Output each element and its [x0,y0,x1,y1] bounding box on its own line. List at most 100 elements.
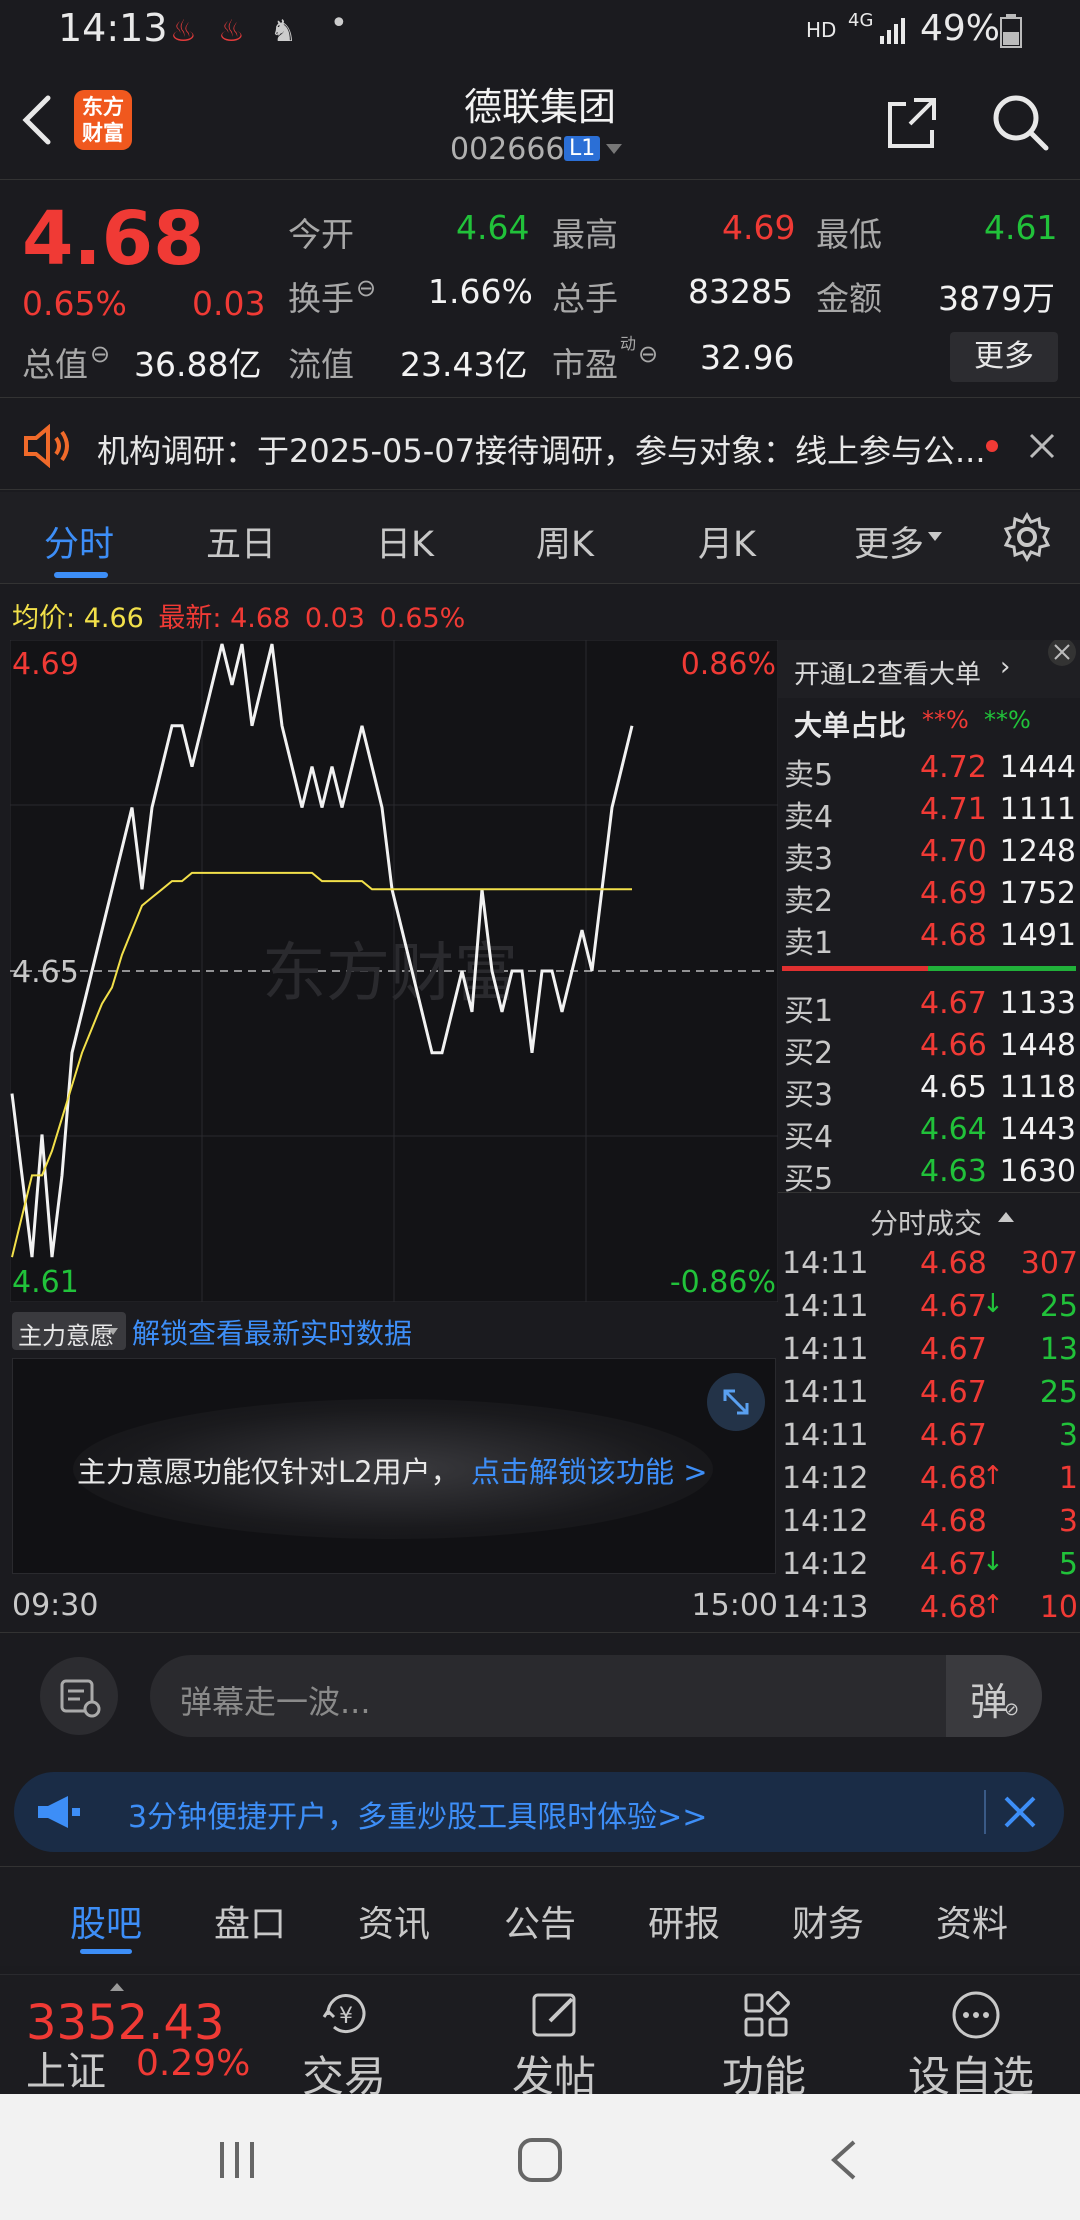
chevron-right-icon[interactable]: › [1000,652,1010,682]
tab-monthly-k[interactable]: 月K [698,516,756,567]
time-start: 09:30 [12,1588,99,1623]
intraday-chart[interactable]: 东方财富 4.69 4.65 4.61 0.86% -0.86% [10,640,778,1302]
chevron-down-icon [108,1328,118,1335]
chevron-down-icon[interactable] [606,144,622,154]
big-order-label: 大单占比 [794,709,907,742]
share-icon[interactable] [884,96,940,152]
notification-icon: ♨ [218,14,245,49]
home-icon[interactable] [516,2136,564,2184]
tab-more[interactable]: 更多 [854,516,924,567]
y-bottom-label: 4.61 [12,1265,79,1300]
index-quote[interactable]: 3352.43 上证 0.29% [0,1975,270,2095]
tab-underline [80,1949,132,1954]
notice-text[interactable]: 机构调研：于2025-05-07接待调研，参与对象：线上参与公... [97,426,986,472]
tab-weekly-k[interactable]: 周K [536,516,594,567]
info-icon[interactable]: ⊖ [90,340,110,368]
disabled-icon: ⊘ [1004,1699,1020,1720]
bid-row[interactable]: 买3 4.65 1118 [778,1070,1080,1113]
expand-icon[interactable] [707,1373,765,1431]
change-percent: 0.65% [22,284,127,323]
tick-row: 14:12 4.68 ↑ 1 [782,1461,1078,1496]
low-label: 最低 [816,215,882,254]
tab-finance[interactable]: 财务 [792,1895,864,1947]
more-button[interactable]: 更多 [950,332,1058,382]
close-icon[interactable] [1044,640,1080,670]
avg-price: 4.66 [83,603,144,634]
function-button[interactable]: 功能 [710,1975,820,2101]
sell-bar [782,966,928,971]
trade-button[interactable]: ¥ 交易 [290,1975,400,2101]
network-indicator: 4G [848,10,874,31]
bid-row[interactable]: 买2 4.66 1448 [778,1028,1080,1071]
chart-watermark: 东方财富 [262,937,518,1011]
info-icon[interactable]: ⊖ [638,340,658,368]
signal-icon [880,18,905,44]
ticks-title[interactable]: 分时成交 [870,1202,982,1242]
stock-code[interactable]: 002666 [450,132,565,167]
yuan-cycle-icon: ¥ [322,1994,366,2034]
status-bar: 14:13 ♨ ♨ ♞ • HD 4G 49% [0,0,1080,62]
time-end: 15:00 [691,1588,778,1623]
tab-guba[interactable]: 股吧 [70,1895,142,1947]
notice-bar[interactable]: 机构调研：于2025-05-07接待调研，参与对象：线上参与公... [0,400,1080,490]
tick-row: 14:12 4.68 3 [782,1504,1078,1539]
ask-row[interactable]: 卖2 4.69 1752 [778,876,1080,919]
close-icon[interactable] [1002,1794,1038,1830]
chevron-down-icon[interactable] [928,532,942,541]
info-icon[interactable]: ⊖ [356,274,376,302]
post-button[interactable]: 发帖 [500,1975,610,2101]
bid-row[interactable]: 买5 4.63 1630 [778,1154,1080,1197]
change-amount: 0.03 [192,284,266,323]
tab-intraday[interactable]: 分时 [44,516,114,567]
danmaku-settings-icon[interactable] [40,1657,118,1735]
intent-unlock-link[interactable]: 点击解锁该功能 > [471,1449,708,1491]
battery-icon [1000,14,1022,48]
latest-price: 4.68 [230,603,291,634]
tab-profile[interactable]: 资料 [936,1895,1008,1947]
depth-panel: 开通L2查看大单 › 大单占比 **% **% 卖5 4.72 1444 卖4 4… [778,640,1080,1630]
ask-row[interactable]: 卖5 4.72 1444 [778,750,1080,793]
ask-row[interactable]: 卖1 4.68 1491 [778,918,1080,961]
chart-tabs: 分时 五日 日K 周K 月K 更多 [0,492,1080,584]
bottom-toolbar: 3352.43 上证 0.29% ¥ 交易 发帖 功能 设自选 [0,1974,1080,2101]
settings-gear-icon[interactable] [1002,512,1052,562]
promo-banner[interactable]: 3分钟便捷开户，多重炒股工具限时体验>> [14,1772,1064,1852]
tab-five-day[interactable]: 五日 [206,516,276,567]
y-mid-label: 4.65 [12,955,79,990]
amount-label: 金额 [816,279,882,318]
search-icon[interactable] [990,92,1050,152]
content-tabs: 股吧 盘口 资讯 公告 研报 财务 资料 [0,1866,1080,1966]
add-watchlist-button[interactable]: 设自选 [900,1975,1050,2101]
status-time: 14:13 [58,6,168,50]
l2-link[interactable]: 开通L2查看大单 [794,654,981,691]
back-nav-icon[interactable] [826,2138,862,2182]
amount-value: 3879万 [938,279,1055,318]
quote-panel: 4.68 0.65% 0.03 今开 4.64 最高 4.69 最低 4.61 … [0,180,1080,398]
tick-row: 14:11 4.67 25 [782,1375,1078,1410]
bid-row[interactable]: 买4 4.64 1443 [778,1112,1080,1155]
chevron-up-icon[interactable] [998,1212,1014,1222]
unlock-link[interactable]: 解锁查看最新实时数据 [132,1312,412,1352]
ask-row[interactable]: 卖3 4.70 1248 [778,834,1080,877]
tab-news[interactable]: 资讯 [358,1895,430,1947]
tab-daily-k[interactable]: 日K [376,516,434,567]
time-axis: 09:30 15:00 [12,1580,778,1630]
tab-pankou[interactable]: 盘口 [214,1895,286,1947]
pct-top-label: 0.86% [681,647,776,682]
tab-research[interactable]: 研报 [648,1895,720,1947]
danmaku-placeholder: 弹幕走一波... [180,1683,371,1721]
bid-row[interactable]: 买1 4.67 1133 [778,986,1080,1029]
intent-dropdown[interactable]: 主力意愿 [12,1312,126,1350]
danmaku-toggle-button[interactable]: 弹 ⊘ [946,1655,1042,1737]
float-label: 流值 [288,345,354,384]
ask-row[interactable]: 卖4 4.71 1111 [778,792,1080,835]
volume-value: 83285 [688,272,793,311]
big-order-green: **% [984,706,1031,734]
promo-text[interactable]: 3分钟便捷开户，多重炒股工具限时体验>> [128,1792,707,1836]
tab-announcement[interactable]: 公告 [504,1895,576,1947]
close-icon[interactable] [1028,432,1056,460]
recents-icon[interactable] [216,2140,260,2180]
level-badge[interactable]: L1 [564,136,601,161]
mktcap-value: 36.88亿 [134,345,262,384]
unread-dot [986,440,998,452]
